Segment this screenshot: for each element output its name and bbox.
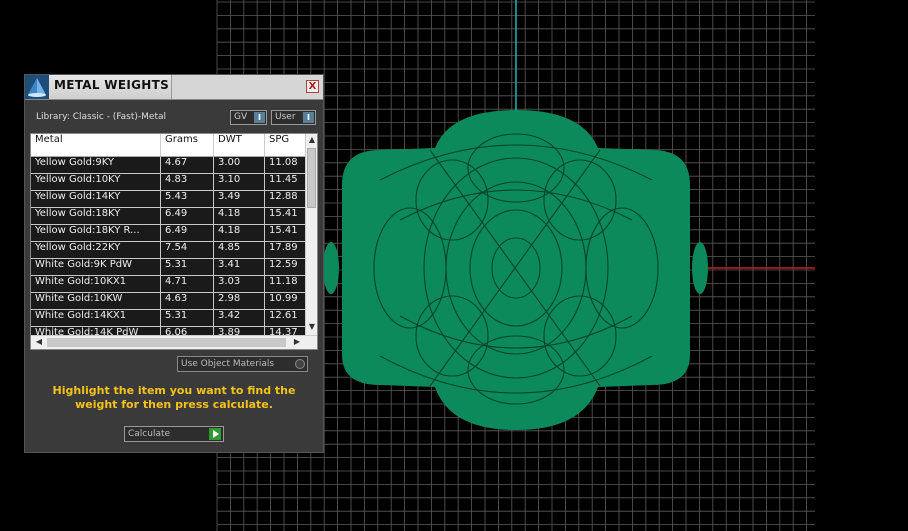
table-row[interactable]: White Gold:10KW 4.63 2.98 10.99 [31, 293, 307, 310]
grams-cell: 4.67 [161, 157, 214, 173]
metal-cell: Yellow Gold:14KY [31, 191, 161, 207]
table-row[interactable]: Yellow Gold:18KY 6.49 4.18 15.41 [31, 208, 307, 225]
metal-cell: White Gold:10KW [31, 293, 161, 309]
calculate-label: Calculate [128, 429, 171, 439]
horizontal-scroll-thumb[interactable] [47, 338, 286, 347]
grams-cell: 6.49 [161, 225, 214, 241]
dwt-cell: 4.18 [214, 208, 265, 224]
spg-cell: 12.61 [265, 310, 307, 326]
calculate-button[interactable]: Calculate [124, 426, 224, 442]
grams-cell: 4.83 [161, 174, 214, 190]
metal-cell: White Gold:10KX1 [31, 276, 161, 292]
grams-cell: 5.31 [161, 259, 214, 275]
spg-cell: 15.41 [265, 225, 307, 241]
spg-cell: 15.41 [265, 208, 307, 224]
grams-cell: 5.43 [161, 191, 214, 207]
metal-cell: White Gold:9K PdW [31, 259, 161, 275]
user-toggle-label: User [275, 112, 296, 122]
header-grams[interactable]: Grams [161, 134, 214, 156]
dwt-cell: 3.49 [214, 191, 265, 207]
panel-titlebar[interactable]: METAL WEIGHTS X [25, 75, 323, 100]
toggle-indicator-icon: I [254, 112, 265, 123]
dwt-cell: 3.10 [214, 174, 265, 190]
scroll-right-icon[interactable]: ▶ [291, 337, 303, 346]
dwt-cell: 2.98 [214, 293, 265, 309]
table-row[interactable]: Yellow Gold:10KY 4.83 3.10 11.45 [31, 174, 307, 191]
table-body: Yellow Gold:9KY 4.67 3.00 11.08 Yellow Gold:… [31, 157, 307, 344]
header-metal[interactable]: Metal [31, 134, 161, 156]
table-row[interactable]: White Gold:9K PdW 5.31 3.41 12.59 [31, 259, 307, 276]
toggle-indicator-icon: I [303, 112, 314, 123]
table-header: Metal Grams DWT SPG [31, 134, 307, 157]
header-dwt[interactable]: DWT [214, 134, 265, 156]
spg-cell: 11.08 [265, 157, 307, 173]
dwt-cell: 3.42 [214, 310, 265, 326]
gv-toggle-label: GV [234, 112, 248, 122]
app-logo-icon [25, 75, 49, 99]
table-row[interactable]: Yellow Gold:18KY R... 6.49 4.18 15.41 [31, 225, 307, 242]
grams-cell: 4.71 [161, 276, 214, 292]
dwt-cell: 4.18 [214, 225, 265, 241]
grams-cell: 4.63 [161, 293, 214, 309]
spg-cell: 11.45 [265, 174, 307, 190]
panel-title: METAL WEIGHTS [54, 78, 170, 92]
titlebar-separator [171, 75, 172, 99]
metal-cell: Yellow Gold:10KY [31, 174, 161, 190]
metal-cell: Yellow Gold:9KY [31, 157, 161, 173]
spg-cell: 12.59 [265, 259, 307, 275]
table-row[interactable]: Yellow Gold:22KY 7.54 4.85 17.89 [31, 242, 307, 259]
gv-toggle[interactable]: GV I [230, 110, 267, 125]
dwt-cell: 3.00 [214, 157, 265, 173]
close-button[interactable]: X [306, 80, 319, 93]
dwt-cell: 4.85 [214, 242, 265, 258]
grams-cell: 5.31 [161, 310, 214, 326]
close-icon: X [308, 81, 317, 92]
horizontal-scrollbar[interactable]: ◀ ▶ [31, 335, 317, 349]
library-label: Library: Classic - (Fast)-Metal [36, 112, 167, 122]
spg-cell: 12.88 [265, 191, 307, 207]
vertical-scrollbar[interactable]: ▲ ▼ [305, 134, 317, 335]
ring-model[interactable] [323, 110, 708, 430]
spg-cell: 11.18 [265, 276, 307, 292]
grams-cell: 6.49 [161, 208, 214, 224]
table-row[interactable]: White Gold:14KX1 5.31 3.42 12.61 [31, 310, 307, 327]
instruction-text: Highlight the item you want to find the … [52, 384, 296, 411]
metal-cell: Yellow Gold:22KY [31, 242, 161, 258]
play-icon [209, 428, 221, 440]
metal-weights-panel: METAL WEIGHTS X Library: Classic - (Fast… [24, 74, 324, 453]
metal-cell: Yellow Gold:18KY R... [31, 225, 161, 241]
metals-table[interactable]: Metal Grams DWT SPG Yellow Gold:9KY 4.67 3… [30, 133, 318, 350]
metal-cell: Yellow Gold:18KY [31, 208, 161, 224]
dwt-cell: 3.03 [214, 276, 265, 292]
use-object-materials-label: Use Object Materials [181, 359, 275, 369]
user-toggle[interactable]: User I [271, 110, 316, 125]
scroll-down-icon[interactable]: ▼ [306, 322, 317, 331]
titlebar-filler [172, 75, 323, 99]
spg-cell: 10.99 [265, 293, 307, 309]
table-row[interactable]: Yellow Gold:9KY 4.67 3.00 11.08 [31, 157, 307, 174]
scroll-up-icon[interactable]: ▲ [306, 135, 317, 144]
scroll-left-icon[interactable]: ◀ [33, 337, 45, 346]
use-object-materials-toggle[interactable]: Use Object Materials [177, 356, 308, 372]
dwt-cell: 3.41 [214, 259, 265, 275]
header-spg[interactable]: SPG [265, 134, 307, 156]
metal-cell: White Gold:14KX1 [31, 310, 161, 326]
radio-indicator-icon [295, 359, 305, 369]
grams-cell: 7.54 [161, 242, 214, 258]
vertical-scroll-thumb[interactable] [307, 148, 316, 208]
spg-cell: 17.89 [265, 242, 307, 258]
table-row[interactable]: White Gold:10KX1 4.71 3.03 11.18 [31, 276, 307, 293]
table-row[interactable]: Yellow Gold:14KY 5.43 3.49 12.88 [31, 191, 307, 208]
